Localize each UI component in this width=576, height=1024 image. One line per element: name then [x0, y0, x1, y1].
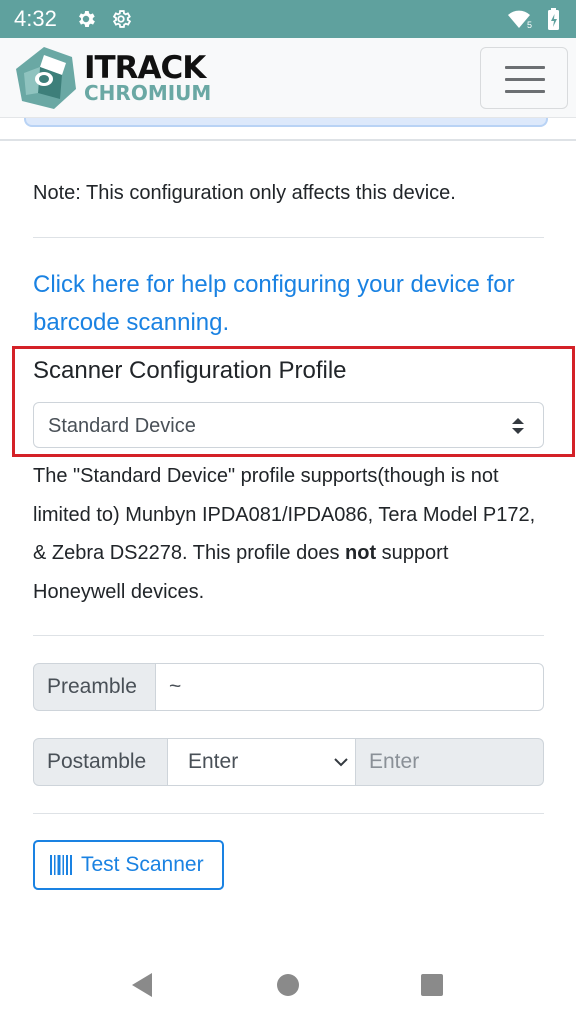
profile-description-bold: not: [345, 542, 377, 564]
preamble-label: Preamble: [33, 663, 156, 711]
status-bar: 4:32 5: [0, 0, 576, 38]
preamble-input[interactable]: ~: [155, 663, 544, 711]
divider: [33, 813, 544, 814]
device-note: Note: This configuration only affects th…: [33, 182, 456, 204]
home-icon[interactable]: [277, 974, 299, 996]
itrack-logo-icon[interactable]: [14, 45, 78, 111]
settings-gear-outline-icon: [112, 10, 132, 28]
profile-select[interactable]: Standard Device: [33, 402, 544, 448]
postamble-select-value: Enter: [188, 750, 239, 773]
settings-gear-icon: [79, 11, 95, 27]
status-right-icons: 5: [508, 8, 559, 30]
barcode-icon: [50, 855, 72, 875]
chevron-down-icon: [334, 758, 348, 767]
divider: [33, 635, 544, 636]
navbar: ITRACK CHROMIUM: [0, 38, 576, 118]
collapsed-panel-edge: [24, 118, 548, 127]
help-configuring-link[interactable]: Click here for help configuring your dev…: [33, 266, 543, 342]
brand-title: ITRACK: [84, 50, 206, 86]
profile-description-part1: The "Standard Device" profile supports(t…: [33, 465, 536, 564]
postamble-select[interactable]: Enter: [167, 738, 356, 786]
test-scanner-button[interactable]: Test Scanner: [33, 840, 224, 890]
postamble-label: Postamble: [33, 738, 168, 786]
divider: [33, 237, 544, 238]
profile-description: The "Standard Device" profile supports(t…: [33, 457, 545, 611]
postamble-custom-input: Enter: [356, 738, 544, 786]
status-time: 4:32: [14, 6, 57, 31]
wifi-badge: 5: [527, 20, 532, 30]
sort-arrows-icon: [512, 418, 524, 434]
preamble-group: Preamble ~: [33, 663, 544, 711]
postamble-group: Postamble Enter Enter: [33, 738, 544, 786]
recents-icon[interactable]: [421, 974, 443, 996]
profile-select-value: Standard Device: [48, 415, 196, 437]
back-icon[interactable]: [130, 971, 154, 999]
brand-subtitle: CHROMIUM: [84, 81, 212, 105]
navbar-menu-button[interactable]: [480, 47, 568, 109]
battery-charging-icon: [548, 8, 559, 30]
page-divider: [0, 139, 576, 141]
test-scanner-label: Test Scanner: [81, 853, 204, 876]
profile-label: Scanner Configuration Profile: [33, 357, 347, 384]
